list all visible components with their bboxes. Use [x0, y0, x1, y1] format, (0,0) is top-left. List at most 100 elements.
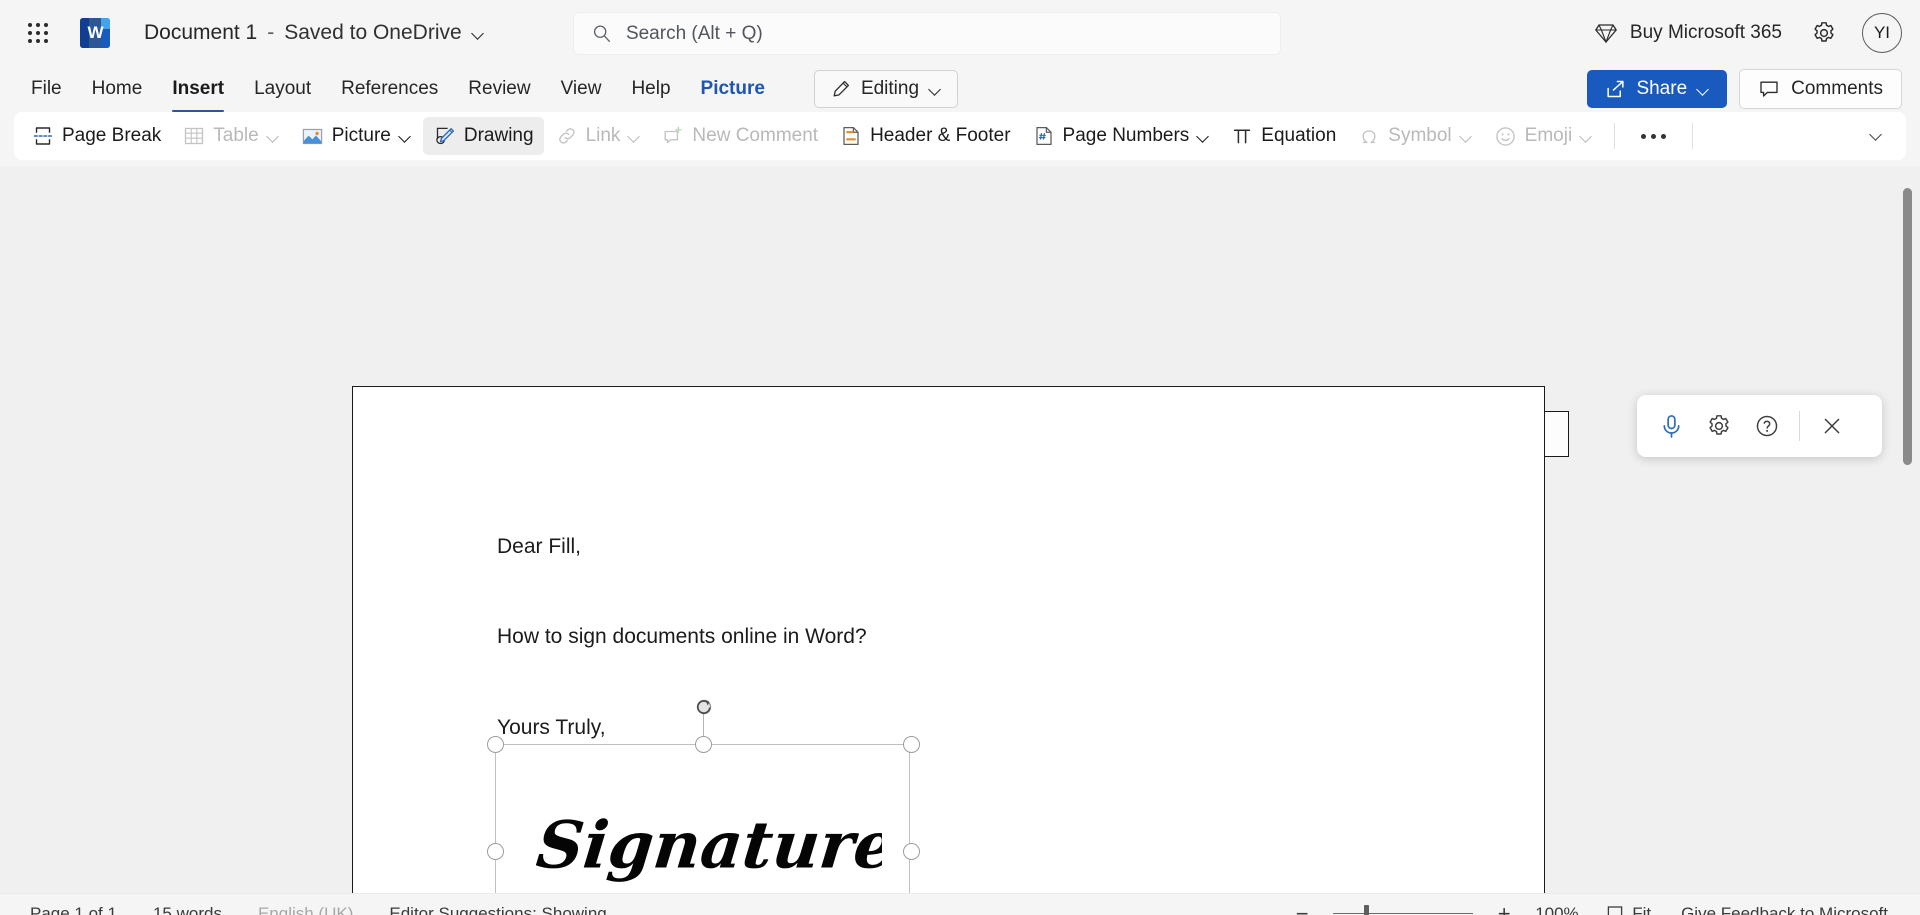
ellipsis-dot	[1651, 134, 1656, 139]
rotate-handle[interactable]	[694, 697, 714, 717]
toolbar-link-label: Link	[586, 125, 621, 147]
buy-microsoft-365-button[interactable]: Buy Microsoft 365	[1580, 13, 1796, 53]
close-icon	[1820, 414, 1844, 438]
link-icon	[556, 125, 578, 147]
diamond-icon	[1594, 21, 1618, 45]
chevron-down-icon	[1697, 83, 1709, 95]
doc-paragraph-body: How to sign documents online in Word?	[497, 622, 867, 652]
toolbar-header-footer[interactable]: Header & Footer	[830, 117, 1020, 155]
title-separator: -	[267, 21, 274, 45]
status-right-group: − + 100% Fit Give Feedback to Microsoft	[1289, 901, 1894, 915]
zoom-out-button[interactable]: −	[1289, 901, 1315, 915]
scrollbar-thumb[interactable]	[1903, 188, 1912, 465]
zoom-level[interactable]: 100%	[1535, 904, 1581, 915]
resize-handle-top-left[interactable]	[487, 736, 504, 753]
dictation-toolbar	[1637, 395, 1882, 457]
tab-help[interactable]: Help	[618, 72, 683, 106]
toolbar-link[interactable]: Link	[546, 117, 651, 155]
signature-image: Signature	[524, 793, 882, 893]
toolbar-page-break[interactable]: Page Break	[22, 117, 171, 155]
search-box[interactable]	[573, 12, 1281, 55]
toolbar-page-numbers[interactable]: Page Numbers	[1023, 117, 1220, 155]
chevron-down-icon	[399, 130, 411, 142]
toolbar-drawing[interactable]: Drawing	[423, 117, 544, 155]
toolbar-overflow-button[interactable]	[1627, 124, 1680, 149]
search-icon	[592, 23, 612, 44]
vertical-scrollbar[interactable]	[1900, 170, 1916, 889]
insert-toolbar: Page Break Table Picture Drawing	[14, 112, 1906, 160]
tab-view[interactable]: View	[548, 72, 615, 106]
document-title[interactable]: Document 1 - Saved to OneDrive	[134, 15, 494, 51]
share-label: Share	[1636, 78, 1687, 100]
tab-layout[interactable]: Layout	[241, 72, 324, 106]
tab-home[interactable]: Home	[79, 72, 156, 106]
chevron-down-icon	[472, 27, 484, 39]
document-name: Document 1	[144, 21, 257, 45]
ellipsis-dot	[1641, 134, 1646, 139]
page-break-icon	[32, 125, 54, 147]
chevron-down-icon	[1197, 130, 1209, 142]
tab-insert[interactable]: Insert	[159, 72, 237, 106]
page-numbers-icon	[1033, 125, 1055, 147]
tab-file[interactable]: File	[18, 72, 75, 106]
status-bar: Page 1 of 1 15 words English (UK) Editor…	[0, 893, 1920, 915]
toolbar-page-numbers-label: Page Numbers	[1063, 125, 1190, 147]
toolbar-table[interactable]: Table	[173, 117, 288, 155]
svg-text:Signature: Signature	[533, 808, 882, 884]
zoom-slider-thumb[interactable]	[1364, 905, 1369, 915]
toolbar-new-comment-label: New Comment	[692, 125, 818, 147]
toolbar-emoji[interactable]: Emoji	[1484, 117, 1603, 155]
toolbar-symbol[interactable]: Symbol	[1348, 117, 1481, 155]
fit-label: Fit	[1632, 904, 1651, 915]
settings-button[interactable]	[1802, 11, 1846, 55]
dictation-close-button[interactable]	[1810, 404, 1854, 448]
dictation-settings-button[interactable]	[1697, 404, 1741, 448]
share-button[interactable]: Share	[1587, 70, 1727, 108]
gear-icon	[1706, 413, 1732, 439]
toolbar-equation-label: Equation	[1261, 125, 1336, 147]
new-comment-icon	[662, 125, 684, 147]
toolbar-header-footer-label: Header & Footer	[870, 125, 1010, 147]
user-avatar[interactable]: YI	[1862, 13, 1902, 53]
zoom-in-button[interactable]: +	[1491, 901, 1517, 915]
ribbon-collapse-button[interactable]	[1858, 118, 1898, 154]
zoom-slider[interactable]	[1333, 901, 1473, 915]
table-icon	[183, 125, 205, 147]
toolbar-equation[interactable]: Equation	[1221, 117, 1346, 155]
chevron-down-icon	[929, 83, 941, 95]
toolbar-picture[interactable]: Picture	[291, 117, 421, 155]
toolbar-new-comment[interactable]: New Comment	[652, 117, 828, 155]
status-page-count[interactable]: Page 1 of 1	[26, 901, 121, 915]
resize-handle-top-right[interactable]	[903, 736, 920, 753]
editing-mode-label: Editing	[861, 78, 919, 100]
ribbon-actions: Share Comments	[1587, 69, 1902, 109]
resize-handle-middle-right[interactable]	[903, 843, 920, 860]
image-selection-frame[interactable]: Signature	[495, 744, 910, 893]
status-language[interactable]: English (UK)	[254, 901, 357, 915]
dictation-help-button[interactable]	[1745, 404, 1789, 448]
tab-references[interactable]: References	[328, 72, 451, 106]
document-canvas[interactable]: Dear Fill, How to sign documents online …	[0, 166, 1920, 893]
tab-review[interactable]: Review	[455, 72, 543, 106]
toolbar-symbol-label: Symbol	[1388, 125, 1451, 147]
status-editor-suggestions[interactable]: Editor Suggestions: Showing	[385, 901, 610, 915]
header-footer-icon	[840, 125, 862, 147]
waffle-icon	[28, 23, 48, 43]
titlebar-right-group: Buy Microsoft 365 YI	[1580, 11, 1902, 55]
buy-365-label: Buy Microsoft 365	[1630, 22, 1782, 44]
give-feedback-button[interactable]: Give Feedback to Microsoft	[1675, 901, 1894, 915]
dictate-mic-button[interactable]	[1649, 404, 1693, 448]
app-launcher-button[interactable]	[18, 13, 58, 53]
word-app-icon[interactable]: W	[80, 18, 110, 48]
search-input[interactable]	[626, 23, 1262, 45]
editing-mode-button[interactable]: Editing	[814, 70, 958, 108]
rotate-icon	[694, 697, 714, 717]
comments-label: Comments	[1791, 78, 1883, 100]
status-word-count[interactable]: 15 words	[149, 901, 226, 915]
fit-page-button[interactable]: Fit	[1599, 901, 1657, 915]
resize-handle-top-center[interactable]	[695, 736, 712, 753]
share-icon	[1605, 79, 1626, 100]
resize-handle-middle-left[interactable]	[487, 843, 504, 860]
tab-picture[interactable]: Picture	[688, 72, 778, 106]
comments-button[interactable]: Comments	[1739, 69, 1902, 109]
